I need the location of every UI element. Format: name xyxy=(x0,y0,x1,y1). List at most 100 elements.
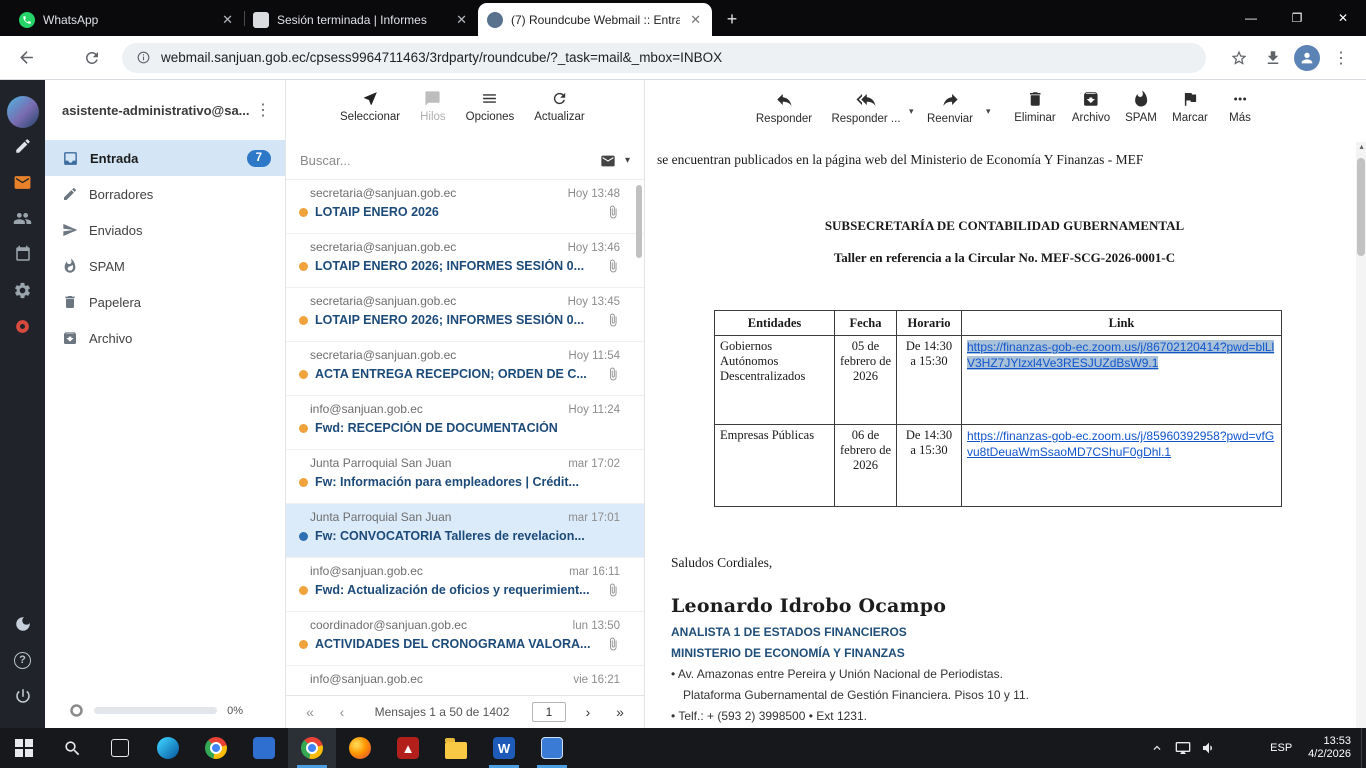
list-item[interactable]: secretaria@sanjuan.gob.ecHoy 13:48 LOTAI… xyxy=(286,180,644,234)
viewer-scrollbar-thumb[interactable] xyxy=(1357,158,1365,256)
unread-dot-icon[interactable] xyxy=(299,208,308,217)
refresh-list-button[interactable]: Actualizar xyxy=(534,90,585,123)
tab-informes[interactable]: Sesión terminada | Informes ✕ xyxy=(244,3,478,36)
list-scrollbar[interactable] xyxy=(636,185,642,258)
firefox-icon[interactable] xyxy=(336,728,384,768)
sidebar-item-spam[interactable]: SPAM xyxy=(45,248,285,284)
unread-dot-icon[interactable] xyxy=(299,424,308,433)
acrobat-icon[interactable]: ▲ xyxy=(384,728,432,768)
site-info-icon[interactable] xyxy=(136,50,151,65)
last-page-icon[interactable]: » xyxy=(606,704,634,720)
power-icon[interactable] xyxy=(0,678,45,714)
archive-button[interactable]: Archivo xyxy=(1072,90,1110,124)
calendar-icon[interactable] xyxy=(0,236,45,272)
select-button[interactable]: Seleccionar xyxy=(340,90,400,123)
account-menu-icon[interactable]: ⋮ xyxy=(255,100,271,120)
zoom-link-selected[interactable]: https://finanzas-gob-ec.zoom.us/j/867021… xyxy=(967,340,1274,370)
unread-dot-icon[interactable] xyxy=(299,586,308,595)
browser-menu-icon[interactable]: ⋮ xyxy=(1326,43,1356,73)
settings-icon[interactable] xyxy=(0,272,45,308)
chrome-active-icon[interactable] xyxy=(288,728,336,768)
address-bar[interactable]: webmail.sanjuan.gob.ec/cpsess9964711463/… xyxy=(122,43,1206,73)
unread-dot-icon[interactable] xyxy=(299,262,308,271)
list-item[interactable]: Junta Parroquial San Juanmar 17:02 Fw: I… xyxy=(286,450,644,504)
reply-all-dropdown-icon[interactable]: ▾ xyxy=(909,106,914,117)
sidebar-item-archivo[interactable]: Archivo xyxy=(45,320,285,356)
profile-avatar[interactable] xyxy=(1292,43,1322,73)
dark-mode-icon[interactable] xyxy=(0,606,45,642)
options-button[interactable]: Opciones xyxy=(466,90,515,123)
unread-dot-icon[interactable] xyxy=(299,316,308,325)
next-page-icon[interactable]: › xyxy=(574,704,602,720)
sidebar-item-enviados[interactable]: Enviados xyxy=(45,212,285,248)
unread-dot-icon[interactable] xyxy=(299,532,308,541)
mail-icon[interactable] xyxy=(0,164,45,200)
unread-dot-icon[interactable] xyxy=(299,640,308,649)
language-indicator[interactable]: ESP xyxy=(1258,742,1304,754)
page-number-input[interactable] xyxy=(532,702,566,722)
search-scope-mail-icon[interactable] xyxy=(600,153,616,169)
list-item[interactable]: info@sanjuan.gob.ecmar 16:11 Fwd: Actual… xyxy=(286,558,644,612)
more-button[interactable]: Más xyxy=(1229,90,1251,124)
display-icon[interactable] xyxy=(1170,728,1196,768)
close-icon[interactable]: ✕ xyxy=(1320,0,1366,36)
taskbar-search-icon[interactable] xyxy=(48,728,96,768)
first-page-icon[interactable]: « xyxy=(296,704,324,720)
back-icon[interactable] xyxy=(10,42,42,74)
sidebar-item-papelera[interactable]: Papelera xyxy=(45,284,285,320)
file-explorer-icon[interactable] xyxy=(432,728,480,768)
webmail-logo-avatar[interactable] xyxy=(7,96,39,128)
spam-button[interactable]: SPAM xyxy=(1125,90,1157,124)
tab-close-icon[interactable]: ✕ xyxy=(220,12,235,28)
edge-icon[interactable] xyxy=(144,728,192,768)
list-item-selected[interactable]: Junta Parroquial San Juanmar 17:01 Fw: C… xyxy=(286,504,644,558)
refresh-icon[interactable] xyxy=(76,42,108,74)
unread-dot-icon[interactable] xyxy=(299,370,308,379)
contacts-icon[interactable] xyxy=(0,200,45,236)
scroll-up-arrow-icon[interactable]: ▲ xyxy=(1358,144,1365,151)
list-item[interactable]: info@sanjuan.gob.ecHoy 11:24 Fwd: RECEPC… xyxy=(286,396,644,450)
sidebar-item-entrada[interactable]: Entrada 7 xyxy=(45,140,285,176)
new-tab-button[interactable]: + xyxy=(718,5,746,33)
tray-chevron-up-icon[interactable] xyxy=(1144,728,1170,768)
zoom-link[interactable]: https://finanzas-gob-ec.zoom.us/j/859603… xyxy=(967,429,1274,459)
tab-close-icon[interactable]: ✕ xyxy=(454,12,469,28)
delete-button[interactable]: Eliminar xyxy=(1014,90,1056,124)
list-item[interactable]: coordinador@sanjuan.gob.eclun 13:50 ACTI… xyxy=(286,612,644,666)
compose-icon[interactable] xyxy=(0,128,45,164)
list-item[interactable]: secretaria@sanjuan.gob.ecHoy 13:46 LOTAI… xyxy=(286,234,644,288)
search-options-chevron-icon[interactable]: ▾ xyxy=(625,155,630,166)
prev-page-icon[interactable]: ‹ xyxy=(328,704,356,720)
list-item[interactable]: secretaria@sanjuan.gob.ecHoy 13:45 LOTAI… xyxy=(286,288,644,342)
unread-dot-icon[interactable] xyxy=(299,478,308,487)
start-button[interactable] xyxy=(0,728,48,768)
forward-button[interactable]: Reenviar xyxy=(927,90,973,125)
bookmark-star-icon[interactable] xyxy=(1224,43,1254,73)
mark-button[interactable]: Marcar xyxy=(1172,90,1208,124)
show-desktop-button[interactable] xyxy=(1361,728,1366,768)
task-view-icon[interactable] xyxy=(96,728,144,768)
list-item[interactable]: secretaria@sanjuan.gob.ecHoy 11:54 ACTA … xyxy=(286,342,644,396)
blue-app-icon[interactable] xyxy=(240,728,288,768)
sidebar-item-borradores[interactable]: Borradores xyxy=(45,176,285,212)
list-item[interactable]: info@sanjuan.gob.ecvie 16:21 xyxy=(286,666,644,695)
maximize-icon[interactable]: ❐ xyxy=(1274,0,1320,36)
minimize-icon[interactable]: — xyxy=(1228,0,1274,36)
help-icon[interactable]: ? xyxy=(0,642,45,678)
archive-label: Archivo xyxy=(1072,112,1110,124)
word-icon[interactable]: W xyxy=(480,728,528,768)
tab-roundcube[interactable]: (7) Roundcube Webmail :: Entra ✕ xyxy=(478,3,712,36)
search-input[interactable] xyxy=(300,153,591,168)
tab-close-icon[interactable]: ✕ xyxy=(688,12,703,28)
chrome-icon[interactable] xyxy=(192,728,240,768)
red-app-icon[interactable] xyxy=(0,308,45,344)
tab-whatsapp[interactable]: WhatsApp ✕ xyxy=(10,3,244,36)
downloads-icon[interactable] xyxy=(1258,43,1288,73)
forward-dropdown-icon[interactable]: ▾ xyxy=(986,106,991,117)
reply-all-button[interactable]: Responder ... xyxy=(831,90,900,125)
document-app-icon[interactable] xyxy=(528,728,576,768)
reply-button[interactable]: Responder xyxy=(756,90,812,125)
volume-icon[interactable] xyxy=(1196,728,1222,768)
threads-button[interactable]: Hilos xyxy=(420,90,446,123)
taskbar-clock[interactable]: 13:53 4/2/2026 xyxy=(1304,735,1361,761)
